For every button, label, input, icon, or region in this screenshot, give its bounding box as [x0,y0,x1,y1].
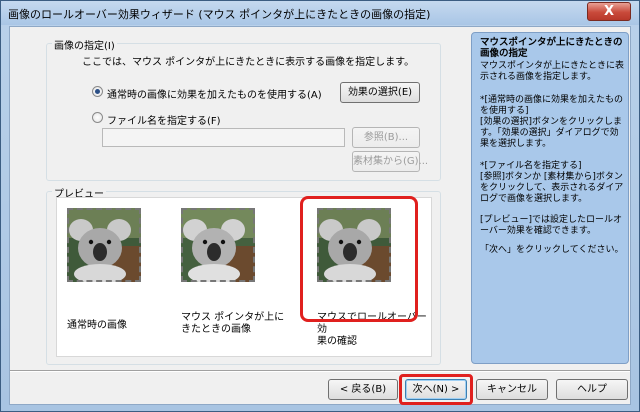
help-paragraph-4: 「次へ」をクリックしてください。 [480,245,624,255]
help-paragraph-3: [プレビュー]では設定したロールオーバー効果を確認できます。 [480,215,623,236]
file-name-input[interactable] [102,128,345,147]
radio-specify-file-label[interactable]: ファイル名を指定する(F) [107,112,221,127]
normal-image-thumbnail [67,208,141,282]
help-title: マウスポインタが上にきたときの画像の指定 [480,37,623,59]
help-intro: マウスポインタが上にきたときに表示される画像を指定します。 [480,61,625,82]
footer-separator [10,370,630,372]
help-pane: マウスポインタが上にきたときの画像の指定 マウスポインタが上にきたときに表示され… [471,32,629,364]
window-title: 画像のロールオーバー効果ウィザード (マウス ポインタが上にきたときの画像の指定… [8,8,431,21]
rollover-preview-highlight [300,196,418,322]
help-button[interactable]: ヘルプ [556,379,628,400]
close-button[interactable]: X [587,2,631,21]
koala-image [67,208,141,282]
wizard-window: 画像のロールオーバー効果ウィザード (マウス ポインタが上にきたときの画像の指定… [0,0,640,412]
next-button-highlight [399,374,473,405]
select-effect-button[interactable]: 効果の選択(E) [340,82,420,103]
radio-use-effect-label[interactable]: 通常時の画像に効果を加えたものを使用する(A) [107,86,322,101]
title-bar[interactable]: 画像のロールオーバー効果ウィザード (マウス ポインタが上にきたときの画像の指定… [1,1,639,25]
help-paragraph-2: *[ファイル名を指定する] [参照]ボタンか [素材集から]ボタンをクリックして… [480,161,624,204]
materials-button[interactable]: 素材集から(G)... [352,151,428,172]
preview-caption-normal: 通常時の画像 [67,320,127,331]
browse-button[interactable]: 参照(B)... [352,127,420,148]
help-paragraph-1: *[通常時の画像に効果を加えたものを使用する] [効果の選択]ボタンをクリックし… [480,95,624,149]
koala-image [181,208,255,282]
radio-use-effect[interactable] [92,86,103,97]
back-button[interactable]: < 戻る(B) [328,379,398,400]
image-spec-legend: 画像の指定(I) [52,37,117,52]
close-icon: X [603,4,615,19]
hover-image-thumbnail [181,208,255,282]
cancel-button[interactable]: キャンセル [476,379,548,400]
radio-specify-file[interactable] [92,112,103,123]
dialog-client-area: 画像の指定(I) ここでは、マウス ポインタが上にきたときに表示する画像を指定し… [9,26,631,405]
image-spec-description: ここでは、マウス ポインタが上にきたときに表示する画像を指定します。 [82,57,415,68]
preview-caption-hover: マウス ポインタが上に きたときの画像 [181,312,285,335]
